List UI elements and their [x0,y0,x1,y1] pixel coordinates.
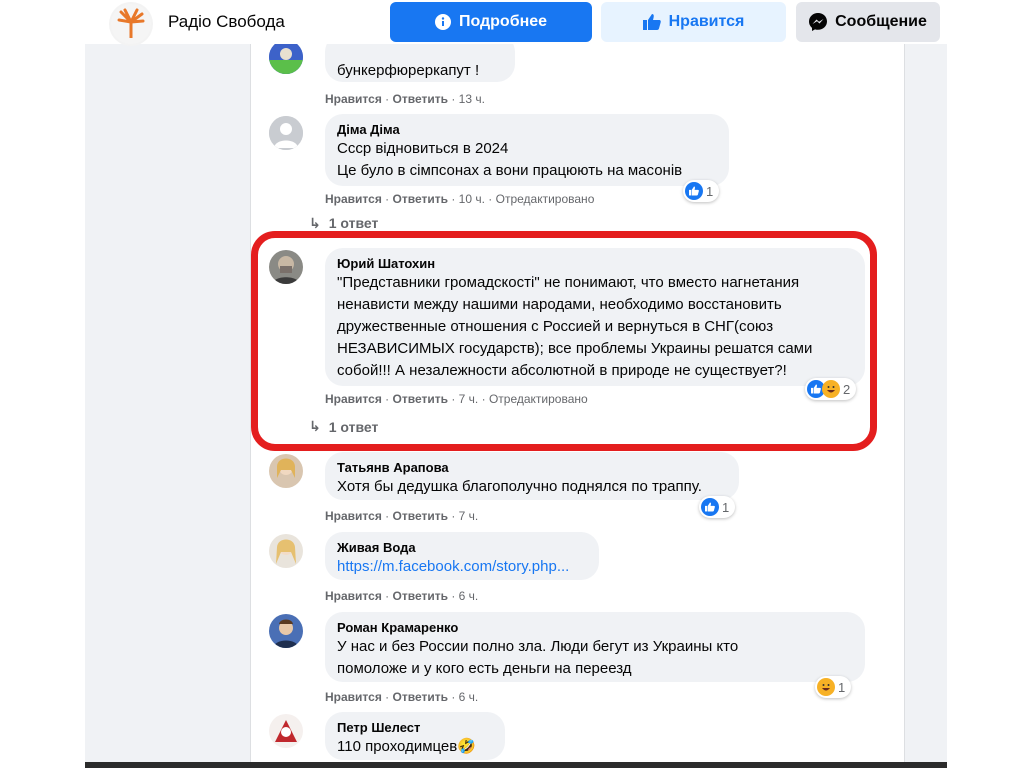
comment-author[interactable]: Юрий Шатохин [337,256,853,272]
reply-comment-button[interactable]: Ответить [393,690,448,704]
page-title[interactable]: Радіо Свобода [168,12,285,32]
reaction-count[interactable]: 1 [699,496,736,518]
messenger-icon [809,13,828,31]
thumbs-up-icon [642,14,661,30]
comment-text-line: Ссср відновиться в 2024 [337,140,509,157]
comment-text-line: У нас и без России полно зла. Люди бегут… [337,638,739,655]
like-reaction-icon [685,182,703,200]
reply-comment-button[interactable]: Ответить [393,509,448,523]
comment-actions: Нравится · Ответить · 6 ч. [325,589,479,603]
avatar[interactable] [269,454,303,488]
comment-bubble: Діма Діма Ссср відновиться в 2024 Це бул… [325,114,729,186]
comments-feed: бункерфюреркапут ! Нравится · Ответить ·… [250,44,905,768]
like-comment-button[interactable]: Нравится [325,589,382,603]
comment-link[interactable]: https://m.facebook.com/story.php... [337,556,587,578]
like-reaction-icon [701,498,719,516]
more-info-button[interactable]: Подробнее [390,2,592,42]
like-comment-button[interactable]: Нравится [325,690,382,704]
avatar[interactable] [269,614,303,648]
page-header: Радіо Свобода Подробнее Нравится Сообщен… [85,0,947,46]
comment-text-line: Це було в сімпсонах а вони працюють на м… [337,162,683,179]
comment-time[interactable]: 6 ч. [459,589,479,603]
reply-arrow-icon: ↳ [309,216,321,230]
comment-bubble: Живая Вода https://m.facebook.com/story.… [325,532,599,580]
comment-bubble: бункерфюреркапут ! [325,44,515,82]
haha-reaction-icon [817,678,835,696]
comment-actions: Нравится · Ответить · 13 ч. [325,92,485,106]
avatar[interactable] [269,44,303,74]
like-page-label: Нравится [668,13,745,30]
like-comment-button[interactable]: Нравится [325,92,382,106]
like-page-button[interactable]: Нравится [601,2,786,42]
comment-actions: Нравится · Ответить · 6 ч. [325,690,479,704]
comment-time[interactable]: 13 ч. [459,92,485,106]
comment-text: бункерфюреркапут ! [337,62,480,79]
comment-actions: Нравится · Ответить · 7 ч. · Отредактиро… [325,392,588,406]
reply-comment-button[interactable]: Ответить [393,392,448,406]
avatar[interactable] [269,714,303,748]
comment-actions: Нравится · Ответить · 7 ч. [325,509,479,523]
comment-time[interactable]: 7 ч. [459,509,479,523]
right-gutter [905,44,947,768]
comment-bubble: Роман Крамаренко У нас и без России полн… [325,612,865,682]
comment-text-line: 110 проходимцев🤣 [337,738,476,755]
radio-svoboda-logo-icon[interactable] [109,2,153,46]
comment-bubble: Татьянв Арапова Хотя бы дедушка благопол… [325,452,739,500]
comment-text-line: НЕЗАВИСИМЫХ государств); все проблемы Ук… [337,340,813,357]
avatar[interactable] [269,534,303,568]
edited-label: Отредактировано [495,192,595,206]
comment-time[interactable]: 10 ч. [459,192,485,206]
reply-arrow-icon: ↳ [309,418,321,434]
avatar[interactable] [269,250,303,284]
comment-text-line: дружественные отношения с Россией и верн… [337,318,774,335]
left-gutter [85,44,250,768]
comment-bubble: Петр Шелест 110 проходимцев🤣 [325,712,505,760]
haha-reaction-icon [822,380,840,398]
comment-author[interactable]: Татьянв Арапова [337,460,727,476]
view-replies-link[interactable]: ↳ 1 ответ [309,418,378,435]
comment-text-line: "Представники громадскості" не понимают,… [337,274,800,291]
comment-bubble: Юрий Шатохин "Представники громадскості"… [325,248,865,386]
comment-text-line: собой!!! А незалежности абсолютной в при… [337,362,787,379]
comment-author[interactable]: Петр Шелест [337,720,493,736]
edited-label: Отредактировано [488,392,588,406]
comment-time[interactable]: 6 ч. [459,690,479,704]
message-label: Сообщение [835,13,927,30]
like-comment-button[interactable]: Нравится [325,392,382,406]
comment-text-line: Хотя бы дедушка благополучно поднялся по… [337,478,702,495]
reply-comment-button[interactable]: Ответить [393,589,448,603]
bottom-strip [85,762,947,768]
reaction-count[interactable]: 1 [815,676,852,698]
reply-comment-button[interactable]: Ответить [393,192,448,206]
info-icon [434,14,451,30]
comment-text-line: помоложе и у кого есть деньги на переезд [337,660,632,677]
view-replies-link[interactable]: ↳ 1 ответ [309,216,378,230]
reply-comment-button[interactable]: Ответить [393,92,448,106]
comment-time[interactable]: 7 ч. [459,392,479,406]
reaction-count[interactable]: 1 [683,180,720,202]
avatar[interactable] [269,116,303,150]
like-comment-button[interactable]: Нравится [325,192,382,206]
comment-author[interactable]: Роман Крамаренко [337,620,853,636]
more-info-label: Подробнее [458,13,548,30]
comment-text-line: ненависти между нашими народами, необход… [337,296,782,313]
like-comment-button[interactable]: Нравится [325,509,382,523]
reaction-count[interactable]: 2 [805,378,857,400]
comment-author[interactable]: Діма Діма [337,122,717,138]
message-button[interactable]: Сообщение [796,2,940,42]
comment-author[interactable]: Живая Вода [337,540,587,556]
comment-actions: Нравится · Ответить · 10 ч. · Отредактир… [325,192,595,206]
